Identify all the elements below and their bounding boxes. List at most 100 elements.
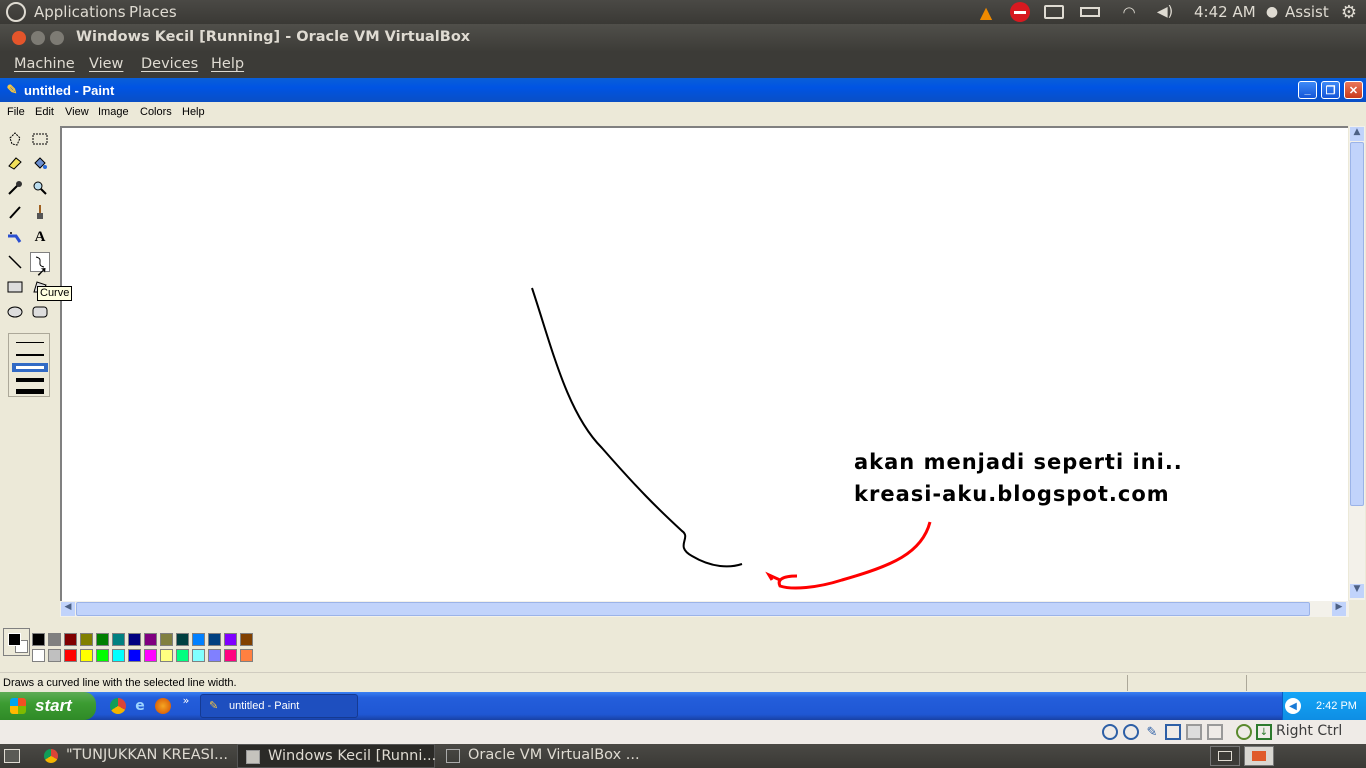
color-swatch[interactable] [48,649,61,662]
pencil-icon[interactable] [5,202,25,222]
rounded-rect-icon[interactable] [30,302,50,322]
color-swatch[interactable] [80,649,93,662]
volume-icon[interactable]: ◀) [1154,2,1176,22]
select-icon[interactable] [30,129,50,149]
menu-colors[interactable]: Colors [140,106,172,118]
color-picker-icon[interactable] [5,178,25,198]
color-swatch[interactable] [208,649,221,662]
scroll-right-icon[interactable]: ▶ [1332,602,1346,616]
ubuntu-logo-icon[interactable] [6,2,26,22]
cd-icon[interactable] [1123,724,1139,740]
no-entry-icon[interactable] [1010,2,1030,22]
color-swatch[interactable] [176,649,189,662]
scroll-left-icon[interactable]: ◀ [61,602,75,616]
mouse-integration-icon[interactable]: ↓ [1256,724,1272,740]
magnifier-icon[interactable] [30,178,50,198]
rectangle-icon[interactable] [5,277,25,297]
text-icon[interactable]: A [30,227,50,247]
line-icon[interactable] [5,252,25,272]
color-swatch[interactable] [144,649,157,662]
horizontal-scrollbar[interactable]: ◀ ▶ [60,601,1349,617]
color-swatch[interactable] [240,649,253,662]
color-swatch[interactable] [224,649,237,662]
color-swatch[interactable] [208,633,221,646]
start-button[interactable]: start [0,692,96,720]
free-select-icon[interactable] [5,129,25,149]
power-icon[interactable]: ⚙ [1338,1,1360,23]
minimize-button[interactable]: _ [1298,81,1317,99]
task-chrome[interactable]: "TUNJUKKAN KREASI... [36,744,236,768]
menu-edit[interactable]: Edit [35,106,54,118]
menu-file[interactable]: File [7,106,25,118]
color-swatch[interactable] [176,633,189,646]
wifi-icon[interactable]: ◠ [1118,2,1140,22]
color-swatch[interactable] [112,649,125,662]
color-swatch[interactable] [96,649,109,662]
show-desktop-icon[interactable] [4,749,20,763]
firefox-icon[interactable] [155,698,171,714]
scroll-down-icon[interactable]: ▼ [1350,584,1364,598]
brush-icon[interactable] [30,202,50,222]
workspace-1-icon[interactable] [1210,746,1240,766]
close-button[interactable]: ✕ [1344,81,1363,99]
color-swatch[interactable] [144,633,157,646]
task-vbox-manager[interactable]: Oracle VM VirtualBox ... [438,744,640,768]
vertical-scroll-thumb[interactable] [1350,142,1364,506]
eraser-icon[interactable] [5,153,25,173]
vertical-scrollbar[interactable]: ▲ ▼ [1349,126,1365,600]
color-swatch[interactable] [64,633,77,646]
tray-expand-icon[interactable]: ◀ [1285,698,1301,714]
battery-icon[interactable] [1080,7,1100,17]
color-swatch[interactable] [128,633,141,646]
ellipse-icon[interactable] [5,302,25,322]
chrome-icon[interactable] [110,698,126,714]
menu-view[interactable]: View [65,106,89,118]
color-swatch[interactable] [160,633,173,646]
menu-machine[interactable]: Machine [14,56,75,72]
restore-button[interactable]: ❐ [1321,81,1340,99]
hard-disk-icon[interactable] [1102,724,1118,740]
maximize-icon[interactable] [50,31,64,45]
fill-icon[interactable] [30,153,50,173]
color-swatch[interactable] [240,633,253,646]
taskbar-item-paint[interactable]: ✎ untitled - Paint [200,694,358,718]
clock[interactable]: 4:42 AM [1194,3,1256,21]
color-swatch[interactable] [32,633,45,646]
color-swatch[interactable] [160,649,173,662]
drawing-canvas[interactable]: akan menjadi seperti ini.. kreasi-aku.bl… [60,126,1348,602]
color-swatch[interactable] [112,633,125,646]
menu-view[interactable]: View [89,56,123,72]
places-menu[interactable]: Places [129,3,177,21]
color-swatch[interactable] [128,649,141,662]
usb-icon[interactable]: ✎ [1144,724,1160,740]
minimize-icon[interactable] [31,31,45,45]
network-icon[interactable] [1165,724,1181,740]
scroll-up-icon[interactable]: ▲ [1350,127,1364,141]
vlc-icon[interactable]: ▲ [976,3,996,22]
workspace-2-icon[interactable] [1244,746,1274,766]
display-icon[interactable] [1207,724,1223,740]
menu-image[interactable]: Image [98,106,129,118]
color-swatch[interactable] [224,633,237,646]
color-swatch[interactable] [192,649,205,662]
color-swatch[interactable] [32,649,45,662]
xp-clock[interactable]: 2:42 PM [1316,700,1357,712]
horizontal-scroll-thumb[interactable] [76,602,1310,616]
current-colors[interactable] [3,628,30,656]
airbrush-icon[interactable] [5,227,25,247]
ie-icon[interactable]: e [132,698,148,714]
color-swatch[interactable] [80,633,93,646]
menu-help[interactable]: Help [211,56,244,72]
line-width-selector[interactable] [8,333,50,397]
user-name[interactable]: Assist [1285,3,1329,21]
applications-menu[interactable]: Applications [34,3,126,21]
menu-devices[interactable]: Devices [141,56,198,72]
mail-icon[interactable] [1044,5,1064,19]
color-swatch[interactable] [192,633,205,646]
chevron-icon[interactable]: » [180,694,192,707]
menu-help[interactable]: Help [182,106,205,118]
color-swatch[interactable] [64,649,77,662]
color-swatch[interactable] [48,633,61,646]
virtualization-icon[interactable] [1236,724,1252,740]
color-swatch[interactable] [96,633,109,646]
